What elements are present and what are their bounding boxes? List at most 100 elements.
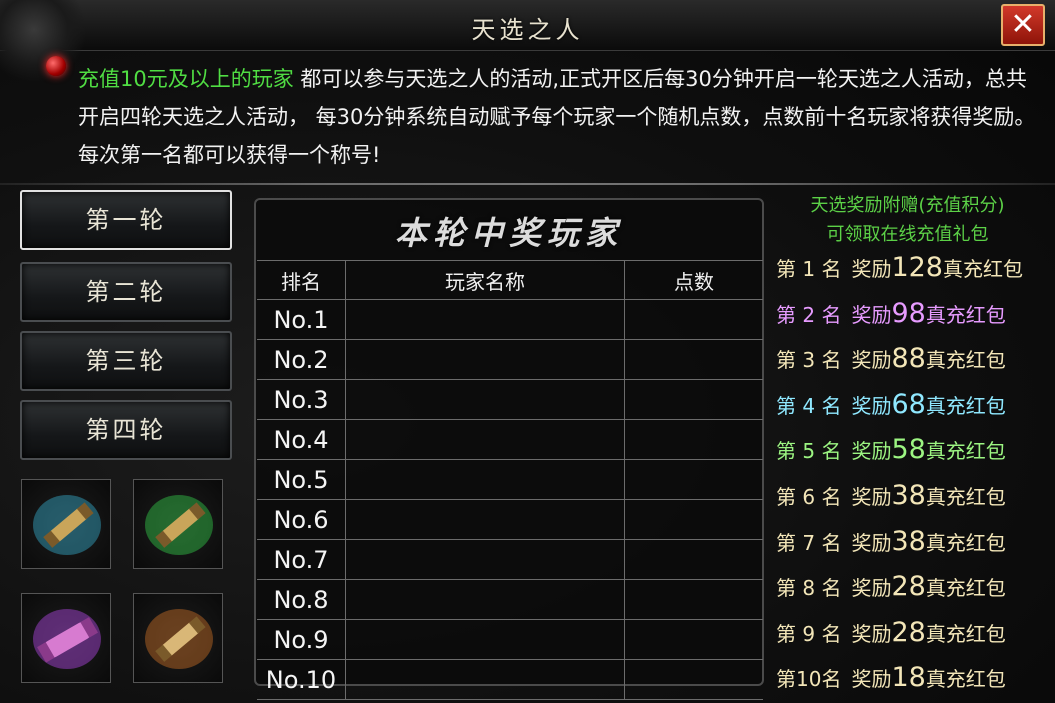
- round-4-button[interactable]: 第四轮: [20, 400, 232, 460]
- activity-description: 充值10元及以上的玩家 都可以参与天选之人的活动,正式开区后每30分钟开启一轮天…: [78, 60, 1038, 174]
- points-cell: [624, 579, 763, 620]
- rank-cell: No.9: [257, 619, 346, 660]
- rank-cell: No.2: [257, 339, 346, 380]
- green-scroll-icon[interactable]: [133, 479, 223, 569]
- reward-amount: 38: [891, 480, 926, 511]
- table-row: No.5: [257, 459, 763, 500]
- reward-row: 第 9 名奖励28真充红包: [776, 617, 1051, 657]
- reward-suffix: 真充红包: [925, 530, 1006, 555]
- points-cell: [624, 419, 763, 460]
- reward-amount: 88: [891, 343, 926, 375]
- reward-place: 第 7 名: [776, 530, 842, 555]
- table-row: No.1: [257, 299, 763, 340]
- rank-cell: No.6: [257, 499, 346, 540]
- rank-cell: No.3: [257, 379, 346, 420]
- window-title: 天选之人: [471, 16, 584, 44]
- reward-amount: 28: [891, 616, 926, 648]
- player-name-cell: [345, 379, 625, 420]
- reward-row: 第10名 奖励18真充红包: [776, 662, 1051, 702]
- reward-label: 奖励: [851, 576, 892, 601]
- player-name-cell: [345, 539, 625, 580]
- orange-scroll-icon[interactable]: [133, 593, 223, 683]
- rewards-subheader: 可领取在线充值礼包: [826, 224, 989, 245]
- reward-amount: 28: [891, 571, 926, 603]
- rank-cell: No.4: [257, 419, 346, 460]
- player-name-cell: [345, 619, 625, 660]
- rank-cell: No.8: [257, 579, 346, 620]
- round-1-button[interactable]: 第一轮: [20, 190, 232, 250]
- reward-suffix: 真充红包: [925, 439, 1006, 464]
- reward-place: 第10名: [776, 667, 842, 692]
- reward-row: 第 1 名奖励128真充红包: [776, 252, 1051, 292]
- points-cell: [624, 299, 763, 340]
- reward-place: 第 6 名: [776, 485, 842, 509]
- winners-table: 排名 玩家名称 点数 No.1 No.2 No.3 No.4 No.5 No.6 No.7 N…: [257, 260, 763, 700]
- reward-row: 第 2 名奖励98真充红包: [776, 298, 1051, 338]
- player-name-cell: [345, 579, 625, 620]
- reward-amount: 128: [891, 252, 943, 283]
- points-cell: [624, 339, 763, 380]
- table-row: No.4: [257, 419, 763, 460]
- player-name-cell: [345, 339, 625, 380]
- purple-scroll-icon[interactable]: [21, 593, 111, 683]
- reward-amount: 18: [891, 662, 926, 694]
- reward-label: 奖励: [851, 485, 892, 509]
- reward-row: 第 6 名奖励38真充红包: [776, 480, 1051, 520]
- column-header-points: 点数: [624, 260, 763, 300]
- reward-label: 奖励: [851, 302, 892, 327]
- rewards-header: 天选奖励附赠(充值积分): [810, 195, 1005, 216]
- table-row: No.10: [257, 659, 763, 700]
- reward-suffix: 真充红包: [925, 667, 1006, 692]
- table-row: No.6: [257, 499, 763, 540]
- points-cell: [624, 459, 763, 500]
- points-cell: [624, 659, 763, 700]
- table-row: No.7: [257, 539, 763, 580]
- table-header-row: 排名 玩家名称 点数: [257, 260, 763, 300]
- table-row: No.2: [257, 339, 763, 380]
- rank-cell: No.1: [257, 299, 346, 340]
- reward-suffix: 真充红包: [925, 302, 1006, 327]
- divider: [0, 183, 1055, 185]
- player-name-cell: [345, 299, 625, 340]
- column-header-player: 玩家名称: [345, 260, 625, 300]
- rank-cell: No.10: [257, 659, 346, 700]
- reward-label: 奖励: [851, 393, 892, 418]
- reward-label: 奖励: [851, 257, 892, 281]
- reward-place: 第 2 名: [776, 302, 842, 327]
- table-row: No.9: [257, 619, 763, 660]
- reward-label: 奖励: [851, 621, 892, 646]
- reward-amount: 58: [891, 434, 926, 466]
- reward-place: 第 3 名: [776, 348, 842, 373]
- reward-suffix: 真充红包: [925, 393, 1006, 418]
- reward-suffix: 真充红包: [943, 257, 1023, 281]
- table-row: No.8: [257, 579, 763, 620]
- reward-row: 第 8 名奖励28真充红包: [776, 571, 1051, 611]
- reward-row: 第 3 名奖励88真充红包: [776, 343, 1051, 383]
- rank-cell: No.7: [257, 539, 346, 580]
- reward-label: 奖励: [851, 439, 892, 464]
- player-name-cell: [345, 459, 625, 500]
- points-cell: [624, 379, 763, 420]
- column-header-rank: 排名: [257, 260, 346, 300]
- red-gem-icon: [46, 56, 66, 76]
- reward-place: 第 1 名: [776, 257, 842, 281]
- reward-suffix: 真充红包: [925, 621, 1006, 646]
- reward-place: 第 8 名: [776, 576, 842, 601]
- reward-suffix: 真充红包: [925, 485, 1006, 509]
- player-name-cell: [345, 419, 625, 460]
- reward-suffix: 真充红包: [925, 348, 1006, 373]
- reward-row: 第 5 名奖励58真充红包: [776, 434, 1051, 474]
- reward-place: 第 4 名: [776, 393, 842, 418]
- reward-place: 第 5 名: [776, 439, 842, 464]
- title-bar: 天选之人 ✕: [0, 0, 1055, 85]
- close-button[interactable]: ✕: [1001, 4, 1045, 46]
- points-cell: [624, 499, 763, 540]
- reward-amount: 38: [891, 525, 926, 557]
- reward-label: 奖励: [851, 530, 892, 555]
- winners-panel: 本轮中奖玩家 排名 玩家名称 点数 No.1 No.2 No.3 No.4 No.5 No…: [254, 198, 764, 700]
- round-2-button[interactable]: 第二轮: [20, 262, 232, 322]
- blue-scroll-icon[interactable]: [21, 479, 111, 569]
- table-row: No.3: [257, 379, 763, 420]
- round-3-button[interactable]: 第三轮: [20, 331, 232, 391]
- reward-row: 第 7 名奖励38真充红包: [776, 526, 1051, 566]
